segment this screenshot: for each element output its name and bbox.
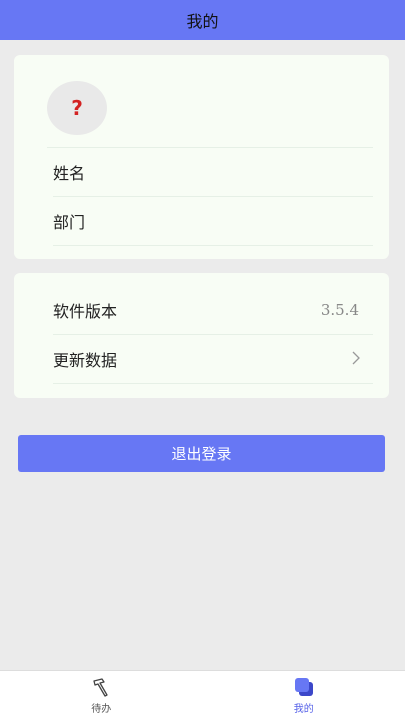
version-value: 3.5.4 [320, 301, 359, 319]
avatar[interactable]: ? [47, 81, 107, 135]
chevron-right-icon [351, 349, 361, 370]
profile-card: ? 姓名 部门 [14, 55, 389, 259]
tab-todo-label: 待办 [91, 704, 112, 715]
tab-bar: 待办 我的 [0, 670, 405, 720]
hammer-icon [93, 678, 108, 697]
version-label: 软件版本 [53, 302, 118, 321]
department-label: 部门 [53, 213, 86, 232]
tab-todo[interactable]: 待办 [0, 671, 203, 720]
update-data-row[interactable]: 更新数据 [53, 335, 373, 384]
layers-icon [294, 678, 313, 696]
page-header: 我的 [0, 0, 405, 40]
settings-card: 软件版本 3.5.4 更新数据 [14, 273, 389, 398]
update-data-label: 更新数据 [53, 351, 118, 370]
logout-button[interactable]: 退出登录 [18, 435, 385, 472]
page-title: 我的 [186, 12, 219, 31]
avatar-placeholder-icon: ? [71, 96, 83, 120]
tab-mine-label: 我的 [293, 704, 314, 715]
name-row: 姓名 [53, 148, 373, 197]
name-label: 姓名 [53, 164, 86, 183]
department-row: 部门 [53, 197, 373, 246]
tab-mine[interactable]: 我的 [203, 671, 405, 720]
version-row: 软件版本 3.5.4 [53, 286, 373, 335]
